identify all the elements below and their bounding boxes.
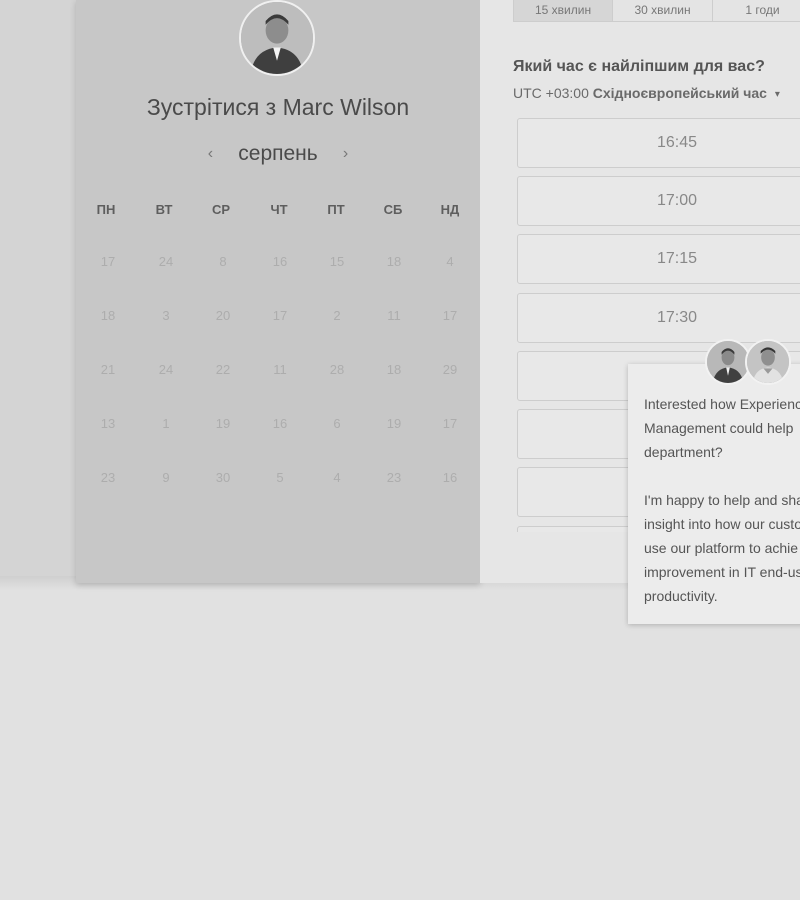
chat-line: use our platform to achie (644, 540, 799, 556)
calendar-day[interactable]: 19 (203, 416, 243, 431)
time-slot-label: 17:30 (656, 309, 698, 326)
calendar-day[interactable]: 20 (203, 308, 243, 323)
chat-line: Interested how Experienc (644, 396, 800, 412)
duration-tab-15[interactable]: 15 хвилин (513, 0, 614, 22)
calendar-day[interactable]: 13 (88, 416, 128, 431)
weekday-wed: СР (211, 202, 231, 217)
next-month-button[interactable]: › (336, 145, 356, 163)
chat-line: I'm happy to help and sha (644, 492, 800, 508)
calendar-day[interactable]: 16 (260, 416, 300, 431)
time-slot[interactable]: 17:00 (517, 176, 800, 226)
calendar-day[interactable]: 23 (88, 470, 128, 485)
time-slot[interactable]: 17:15 (517, 234, 800, 284)
calendar-day[interactable]: 24 (146, 254, 186, 269)
weekday-sun: НД (440, 202, 460, 217)
chat-line: productivity. (644, 588, 718, 604)
calendar-day[interactable]: 8 (203, 254, 243, 269)
timezone-selector[interactable]: UTC +03:00 Східноєвропейський час ▾ (513, 85, 780, 101)
calendar-day[interactable]: 17 (88, 254, 128, 269)
prev-month-button[interactable]: ‹ (200, 145, 220, 163)
calendar-day[interactable]: 15 (317, 254, 357, 269)
calendar-day[interactable]: 18 (374, 362, 414, 377)
calendar-day[interactable]: 17 (430, 308, 470, 323)
chat-agent-avatars[interactable] (705, 339, 795, 389)
calendar-day[interactable]: 11 (374, 308, 414, 323)
time-slot[interactable]: 17:30 (517, 293, 800, 343)
calendar-day[interactable]: 6 (317, 416, 357, 431)
calendar-card: Зустрітися з Marc Wilson ‹ серпень › ПН … (76, 0, 480, 583)
calendar-day[interactable]: 9 (146, 470, 186, 485)
calendar-day[interactable]: 23 (374, 470, 414, 485)
calendar-day[interactable]: 28 (317, 362, 357, 377)
calendar-day[interactable]: 16 (260, 254, 300, 269)
time-slot-label: 16:45 (656, 134, 698, 151)
duration-tabs: 15 хвилин 30 хвилин 1 годи (513, 0, 800, 24)
calendar-day[interactable]: 4 (430, 254, 470, 269)
calendar-day[interactable]: 30 (203, 470, 243, 485)
calendar-day[interactable]: 19 (374, 416, 414, 431)
calendar-day[interactable]: 17 (430, 416, 470, 431)
weekday-fri: ПТ (327, 202, 345, 217)
calendar-day[interactable]: 1 (146, 416, 186, 431)
chat-message: Interested how Experienc Management coul… (644, 392, 800, 608)
calendar-day[interactable]: 29 (430, 362, 470, 377)
month-navigation: ‹ серпень › (76, 142, 480, 166)
month-label: серпень (238, 142, 318, 165)
calendar-day[interactable]: 18 (374, 254, 414, 269)
calendar-day[interactable]: 2 (317, 308, 357, 323)
calendar-day[interactable]: 24 (146, 362, 186, 377)
chat-line: improvement in IT end-us (644, 564, 800, 580)
duration-tab-30[interactable]: 30 хвилин (613, 0, 714, 22)
timezone-name: Східноєвропейський час (592, 85, 767, 101)
weekday-header: ПН ВТ СР ЧТ ПТ СБ НД (76, 202, 480, 218)
calendar-day[interactable]: 22 (203, 362, 243, 377)
time-slot[interactable]: 16:45 (517, 118, 800, 168)
duration-tab-60[interactable]: 1 годи (713, 0, 800, 22)
time-question: Який час є найліпшим для вас? (513, 58, 765, 75)
chat-popup[interactable]: Interested how Experienc Management coul… (628, 364, 800, 624)
weekday-mon: ПН (96, 202, 116, 217)
agent-avatar (745, 339, 791, 385)
weekday-sat: СБ (383, 202, 403, 217)
calendar-day[interactable]: 16 (430, 470, 470, 485)
calendar-day[interactable]: 18 (88, 308, 128, 323)
weekday-thu: ЧТ (270, 202, 288, 217)
weekday-tue: ВТ (155, 202, 173, 217)
meeting-title: Зустрітися з Marc Wilson (146, 94, 410, 120)
time-slot-label: 17:15 (656, 250, 698, 267)
caret-down-icon: ▾ (774, 89, 780, 100)
calendar-day[interactable]: 11 (260, 362, 300, 377)
time-slot-label: 17:00 (656, 192, 698, 209)
chat-line: department? (644, 444, 723, 460)
chat-line: Management could help (644, 420, 794, 436)
chat-paragraph-gap (644, 464, 800, 488)
timezone-offset: UTC +03:00 (513, 85, 589, 101)
calendar-day[interactable]: 5 (260, 470, 300, 485)
chat-line: insight into how our custo (644, 516, 800, 532)
host-avatar (239, 0, 315, 76)
calendar-day[interactable]: 3 (146, 308, 186, 323)
calendar-day[interactable]: 17 (260, 308, 300, 323)
calendar-day[interactable]: 4 (317, 470, 357, 485)
calendar-day[interactable]: 21 (88, 362, 128, 377)
